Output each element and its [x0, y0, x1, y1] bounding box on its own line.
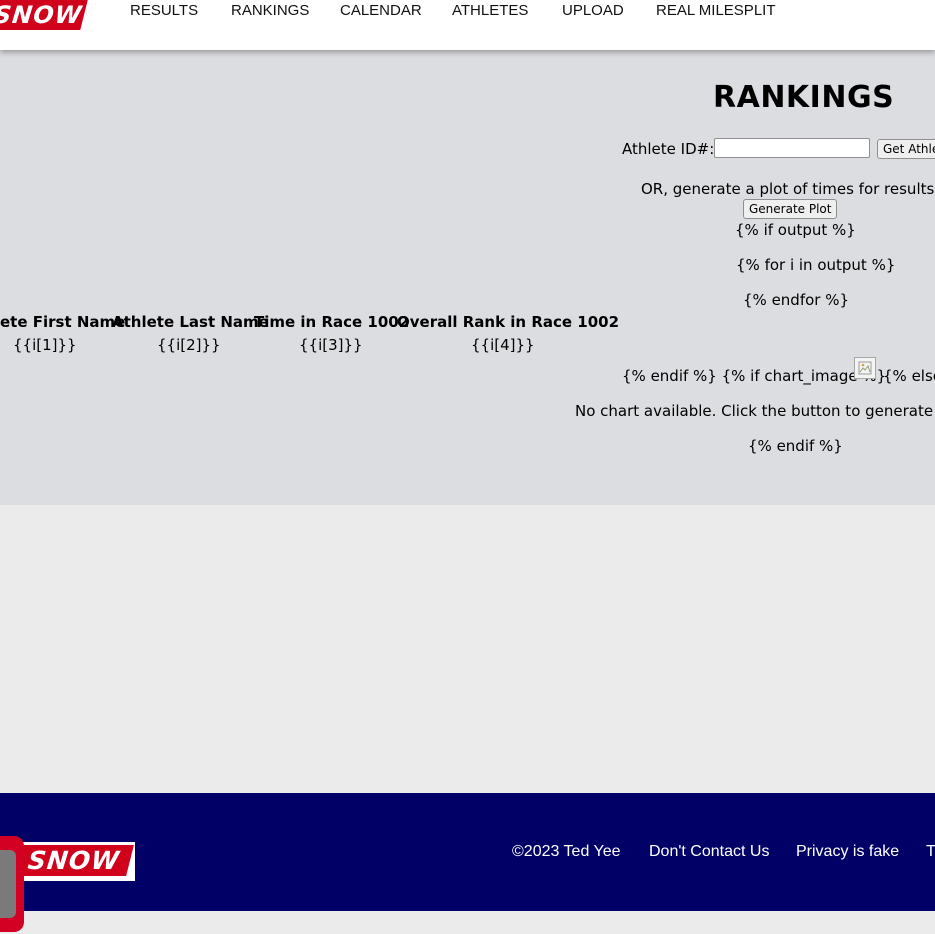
table-header-first-name: ete First Name [0, 313, 126, 331]
plot-prompt: OR, generate a plot of times for results… [641, 180, 935, 198]
nav-calendar[interactable]: CALENDAR [340, 2, 422, 19]
site-logo[interactable]: SNOW [0, 0, 88, 30]
page-title: RANKINGS [713, 80, 895, 115]
table-cell: {{i[2]}} [157, 336, 221, 354]
template-for-loop: {% for i in output %} [736, 256, 896, 274]
nav-athletes[interactable]: ATHLETES [452, 2, 528, 19]
footer-link-terms[interactable]: T [926, 843, 935, 861]
floating-widget-button[interactable] [0, 836, 24, 932]
top-navbar: SNOW RESULTS RANKINGS CALENDAR ATHLETES … [0, 0, 935, 50]
nav-results[interactable]: RESULTS [130, 2, 198, 19]
table-cell: {{i[1]}} [13, 336, 77, 354]
footer-link-privacy[interactable]: Privacy is fake [796, 843, 899, 861]
site-logo-text: SNOW [0, 1, 84, 29]
nav-real-milesplit[interactable]: REAL MILESPLIT [656, 2, 776, 19]
footer-link-contact[interactable]: Don't Contact Us [649, 843, 769, 861]
footer-logo-text: SNOW [26, 846, 122, 875]
get-athlete-button[interactable]: Get Athle [877, 139, 935, 159]
bottom-strip [0, 911, 935, 934]
table-header-last-name: Athlete Last Name [112, 313, 269, 331]
broken-image-icon [854, 357, 876, 379]
athlete-id-input[interactable] [714, 138, 870, 158]
footer [0, 793, 935, 911]
no-chart-message: No chart available. Click the button to … [575, 402, 935, 420]
athlete-id-label: Athlete ID#: [622, 140, 715, 158]
nav-rankings[interactable]: RANKINGS [231, 2, 309, 19]
table-header-time: Time in Race 1002 [254, 313, 410, 331]
generate-plot-button[interactable]: Generate Plot [743, 199, 838, 219]
nav-upload[interactable]: UPLOAD [562, 2, 624, 19]
template-else: {% else [883, 367, 935, 385]
template-endif-if-chart: {% endif %} {% if chart_image %} [622, 367, 887, 385]
template-endif: {% endif %} [748, 437, 843, 455]
table-cell: {{i[4]}} [471, 336, 535, 354]
footer-logo[interactable]: SNOW [4, 842, 135, 881]
rankings-content: RANKINGS Athlete ID#: Get Athle OR, gene… [0, 50, 935, 505]
template-if-output: {% if output %} [735, 221, 856, 239]
footer-copyright: ©2023 Ted Yee [512, 843, 621, 860]
table-header-rank: Overall Rank in Race 1002 [397, 313, 620, 331]
widget-icon [0, 850, 16, 918]
table-cell: {{i[3]}} [299, 336, 363, 354]
template-endfor: {% endfor %} [743, 291, 850, 309]
